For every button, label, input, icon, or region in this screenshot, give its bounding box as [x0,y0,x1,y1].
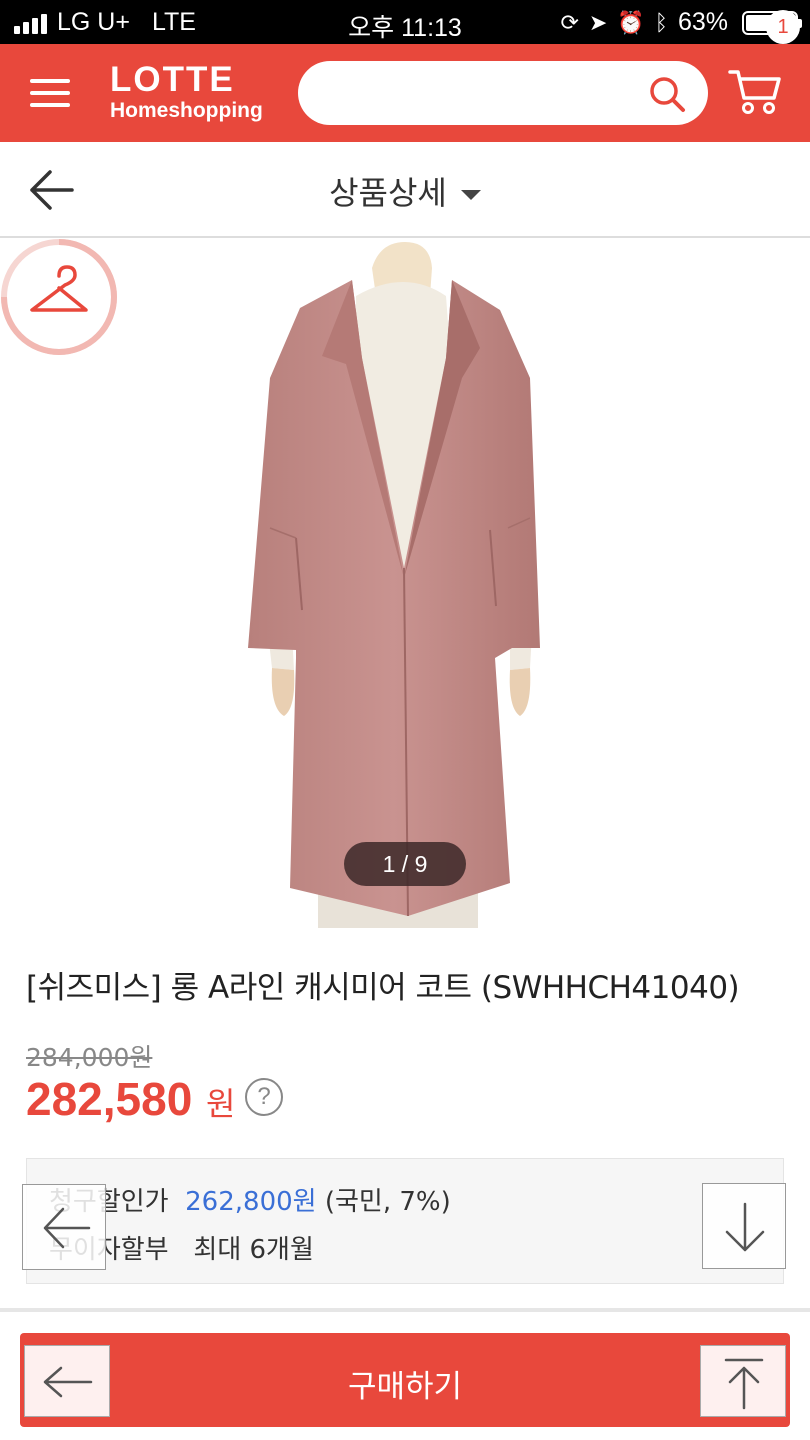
battery-percent: 63% [677,8,728,36]
status-right: ⟳ ➤ ⏰ ᛒ 63% [560,8,802,37]
section-divider [0,1308,810,1312]
help-icon[interactable]: ? [245,1078,283,1116]
scroll-down-button[interactable] [702,1183,786,1269]
original-price: 284,000원 [26,1043,153,1072]
hamburger-icon[interactable] [30,77,70,109]
product-image-gallery[interactable]: 1 / 9 [0,238,810,928]
installment-value: 최대 6개월 [193,1235,314,1265]
arrow-down-icon [725,1202,765,1252]
hanger-icon[interactable] [0,238,118,356]
arrow-left-icon [43,1207,91,1249]
back-bottom-button[interactable] [24,1345,110,1417]
buy-button[interactable]: 구매하기 [20,1333,790,1427]
location-icon: ➤ [588,9,608,35]
sale-price-unit: 원 [206,1085,236,1123]
image-counter: 1 / 9 [344,842,466,886]
prev-floating-button[interactable] [22,1184,106,1270]
card-discount-row: 청구할인가 262,800원 (국민, 7%) [49,1181,451,1218]
card-discount-note: (국민, 7%) [324,1187,451,1217]
search-input[interactable] [298,61,708,125]
scroll-top-button[interactable] [700,1345,786,1417]
cart-badge: 1 [766,10,800,44]
sub-header: 상품상세 [0,142,810,238]
search-icon[interactable] [648,75,686,113]
sale-price: 282,580 [26,1073,193,1125]
alarm-icon: ⏰ [617,9,645,35]
logo-title: LOTTE [110,60,235,99]
arrow-up-icon [724,1358,764,1410]
cart-icon[interactable] [728,66,782,116]
card-discount-price: 262,800원 [185,1187,317,1217]
bluetooth-icon: ᛒ [654,9,668,35]
caret-down-icon [460,190,481,200]
product-photo [248,242,540,928]
logo-subtitle: Homeshopping [110,99,263,122]
rotation-lock-icon: ⟳ [560,9,579,35]
top-header: LOTTE Homeshopping [0,44,810,142]
benefit-info-box: 청구할인가 262,800원 (국민, 7%) 무이자할부 최대 6개월 [26,1158,784,1284]
status-bar: LG U+ LTE 오후 11:13 ⟳ ➤ ⏰ ᛒ 63% [0,0,810,44]
product-title: [쉬즈미스] 롱 A라인 캐시미어 코트 (SWHHCH41040) [26,970,740,1006]
logo[interactable]: LOTTE Homeshopping [110,62,263,124]
arrow-left-icon [43,1366,93,1398]
buy-button-label: 구매하기 [347,1369,463,1405]
page-title-dropdown[interactable]: 상품상세 [0,168,810,214]
page-title: 상품상세 [329,174,447,212]
